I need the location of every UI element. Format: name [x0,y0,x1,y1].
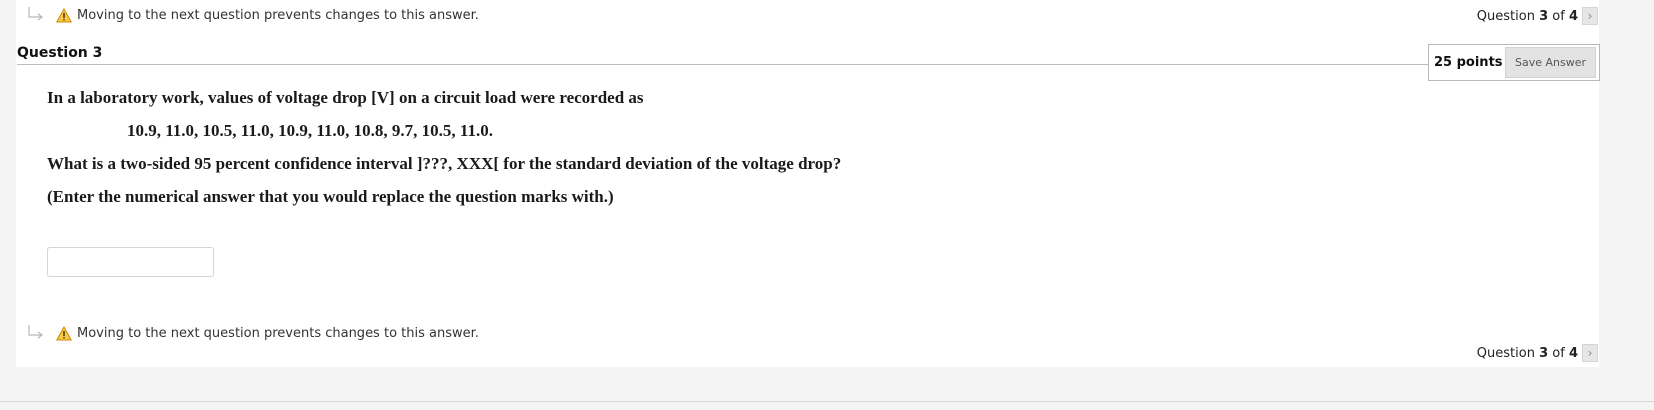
question-counter-prefix: Question [1476,345,1535,361]
question-counter-total: 4 [1568,345,1578,361]
navigation-warning-bottom: Moving to the next question prevents cha… [26,321,479,345]
points-box: 25 points Save Answer [1428,44,1600,81]
question-header-rule [17,64,1430,65]
points-label: 25 points [1434,55,1503,70]
next-question-button[interactable]: › [1582,344,1598,362]
question-counter-bottom: Question 3 of 4 › [1477,341,1598,365]
question-counter-of: of [1552,8,1565,24]
question-counter-prefix: Question [1476,8,1535,24]
question-counter-current: 3 [1539,345,1549,361]
question-line-values: 10.9, 11.0, 10.5, 11.0, 10.9, 11.0, 10.8… [127,121,493,140]
question-title: Question 3 [17,45,103,61]
warning-triangle-icon [56,325,72,340]
question-text: In a laboratory work, values of voltage … [47,84,1347,216]
question-line-ask: What is a two-sided 95 percent confidenc… [47,154,842,173]
page-margin [1599,0,1654,400]
save-answer-button[interactable]: Save Answer [1505,47,1596,78]
question-line-intro: In a laboratory work, values of voltage … [47,88,644,107]
next-question-button[interactable]: › [1582,7,1598,25]
question-counter-total: 4 [1568,8,1578,24]
question-counter-current: 3 [1539,8,1549,24]
question-counter-of: of [1552,345,1565,361]
question-counter-top: Question 3 of 4 › [1477,4,1598,28]
chevron-right-icon: › [1587,346,1593,360]
navigation-warning-text: Moving to the next question prevents cha… [77,7,479,23]
navigation-warning-top: Moving to the next question prevents cha… [26,3,479,27]
return-arrow-icon [28,325,43,339]
answer-input[interactable] [47,247,214,277]
navigation-warning-text: Moving to the next question prevents cha… [77,325,479,341]
chevron-right-icon: › [1587,9,1593,23]
question-line-instruction: (Enter the numerical answer that you wou… [47,187,614,206]
warning-triangle-icon [56,7,72,22]
return-arrow-icon [28,7,43,21]
page-divider [0,401,1654,402]
